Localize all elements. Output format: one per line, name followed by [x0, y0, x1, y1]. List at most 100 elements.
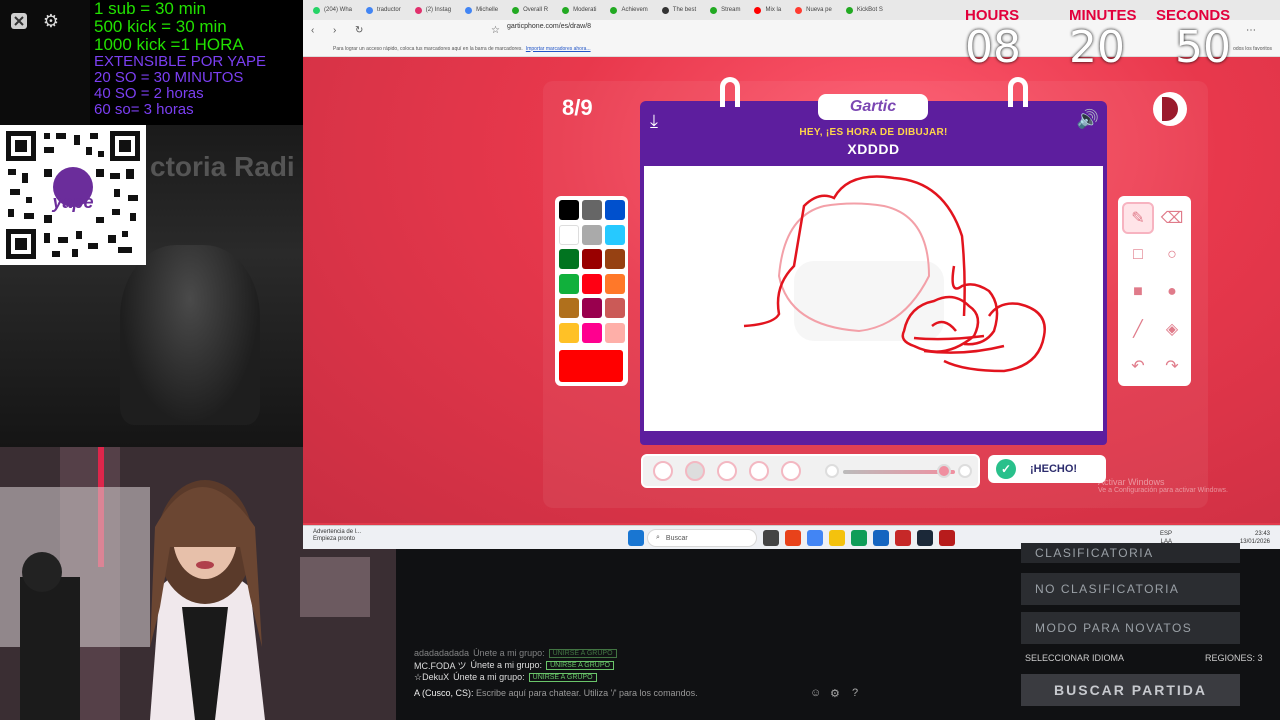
color-swatch[interactable] [559, 224, 579, 245]
undo-icon[interactable]: ↶ [1124, 352, 1152, 380]
browser-tab[interactable]: Stream [704, 2, 746, 18]
browser-tab[interactable]: Overall R [506, 2, 554, 18]
regions-count[interactable]: REGIONES: 3 [1205, 653, 1263, 663]
browser-tab[interactable]: The best [656, 2, 702, 18]
task-view-icon[interactable] [763, 530, 779, 546]
color-swatch[interactable] [605, 200, 625, 220]
chat-settings-icon[interactable]: ⚙ [830, 687, 840, 700]
color-swatch[interactable] [582, 224, 602, 245]
done-label: ¡HECHO! [1030, 463, 1078, 475]
sub-goals: 1 sub = 30 min 500 kick = 30 min 1000 ki… [90, 0, 303, 125]
steam-icon[interactable] [917, 530, 933, 546]
mode-ranked-button[interactable]: CLASIFICATORIA [1021, 543, 1240, 563]
color-swatch[interactable] [582, 298, 602, 318]
browser-tab[interactable]: (2) Instag [409, 2, 457, 18]
drawing-canvas[interactable] [640, 162, 1107, 445]
tab-favicon-icon [366, 6, 374, 14]
color-swatch[interactable] [582, 273, 602, 294]
color-swatch[interactable] [559, 200, 579, 220]
gartic-logo: Gartic [818, 94, 928, 120]
circle-outline-icon[interactable]: ○ [1158, 241, 1186, 269]
dota-icon[interactable] [939, 530, 955, 546]
color-swatch[interactable] [582, 322, 602, 343]
browser-tab[interactable]: Moderati [556, 2, 602, 18]
help-icon[interactable]: ? [852, 687, 858, 699]
done-button[interactable]: ✓ ¡HECHO! [988, 455, 1106, 483]
color-swatch[interactable] [559, 298, 579, 318]
url-field[interactable]: garticphone.com/es/draw/8 [507, 23, 591, 30]
reload-icon[interactable]: ↻ [355, 25, 369, 36]
brush-size-2[interactable] [685, 461, 705, 481]
join-group-button[interactable]: UNIRSE A GRUPO [528, 672, 597, 682]
chat-channel: A (Cusco, CS): [414, 688, 474, 698]
browser-tab[interactable]: (204) Wha [307, 2, 358, 18]
color-swatch[interactable] [582, 249, 602, 269]
obs-icon[interactable] [895, 530, 911, 546]
mode-unranked-button[interactable]: NO CLASIFICATORIA [1021, 573, 1240, 605]
color-swatch[interactable] [605, 273, 625, 294]
mode-newbie-button[interactable]: MODO PARA NOVATOS [1021, 612, 1240, 644]
color-swatch[interactable] [605, 249, 625, 269]
gear-icon[interactable]: ⚙ [40, 10, 62, 32]
join-group-button[interactable]: UNIRSE A GRUPO [546, 660, 614, 670]
browser-tab[interactable]: Nueva pe [789, 2, 838, 18]
store-icon[interactable] [873, 530, 889, 546]
tab-favicon-icon [610, 6, 618, 14]
notification-title: Advertencia de l... [313, 529, 362, 535]
opacity-slider-knob[interactable] [937, 464, 951, 478]
mode-icon[interactable] [1153, 92, 1187, 126]
taskbar-clock[interactable]: ESP LAA 23:43 13/01/2026 [1160, 530, 1270, 546]
qr-brand-text: yape [51, 192, 93, 212]
bookmark-star-icon[interactable]: ☆ [491, 25, 505, 36]
fill-bucket-icon[interactable]: ◈ [1158, 315, 1186, 343]
explorer-icon[interactable] [829, 530, 845, 546]
circle-fill-icon[interactable]: ● [1158, 278, 1186, 306]
color-swatch[interactable] [559, 273, 579, 294]
brush-size-5[interactable] [781, 461, 801, 481]
brush-size-3[interactable] [717, 461, 737, 481]
taskbar-search[interactable]: ⌕ Buscar [647, 529, 757, 547]
board-hook [720, 77, 740, 107]
tab-favicon-icon [414, 6, 422, 14]
browser-tab[interactable]: Achievem [604, 2, 653, 18]
color-swatch[interactable] [559, 322, 579, 343]
browser-tab[interactable]: KickBot S [840, 2, 889, 18]
menu-icon[interactable]: ⋯ [1246, 25, 1260, 36]
tab-favicon-icon [512, 6, 520, 14]
tab-label: (204) Wha [324, 7, 353, 13]
rect-outline-icon[interactable]: □ [1124, 241, 1152, 269]
find-match-button[interactable]: BUSCAR PARTIDA [1021, 674, 1240, 706]
brave-icon[interactable] [785, 530, 801, 546]
browser-tab[interactable]: traductor [360, 2, 407, 18]
color-swatch[interactable] [582, 200, 602, 220]
back-icon[interactable]: ‹ [311, 25, 325, 36]
round-counter: 8/9 [562, 95, 593, 120]
browser-tab[interactable]: Mix la [748, 2, 787, 18]
color-swatch[interactable] [605, 322, 625, 343]
browser-tab[interactable]: Michelle [459, 2, 504, 18]
pencil-icon[interactable]: ✎ [1122, 202, 1154, 234]
select-language[interactable]: SELECCIONAR IDIOMA [1025, 653, 1124, 663]
redo-icon[interactable]: ↷ [1158, 352, 1186, 380]
brush-size-4[interactable] [749, 461, 769, 481]
import-bookmarks-link[interactable]: Importar marcadores ahora... [526, 46, 591, 52]
brush-size-1[interactable] [653, 461, 673, 481]
canvas-paper[interactable] [644, 166, 1103, 431]
color-swatch[interactable] [605, 298, 625, 318]
lang-code: ESP [1159, 531, 1172, 537]
emoji-icon[interactable]: ☺ [810, 687, 821, 699]
line-icon[interactable]: ╱ [1124, 315, 1152, 343]
color-swatch[interactable] [605, 224, 625, 245]
sub-line: 1 sub = 30 min [94, 0, 206, 18]
rect-fill-icon[interactable]: ■ [1124, 278, 1152, 306]
edge-icon[interactable] [851, 530, 867, 546]
chat-input[interactable]: A (Cusco, CS): Escribe aquí para chatear… [414, 688, 698, 698]
chrome-icon[interactable] [807, 530, 823, 546]
word-to-draw: XDDDD [847, 141, 900, 157]
color-swatch[interactable] [559, 249, 579, 269]
eraser-icon[interactable]: ⌫ [1158, 204, 1186, 232]
join-group-button[interactable]: UNIRSE A GRUPO [548, 648, 617, 658]
taskbar-notification[interactable]: Advertencia de l... Empieza pronto [313, 529, 361, 543]
forward-icon[interactable]: › [333, 25, 347, 36]
start-icon[interactable] [628, 530, 644, 546]
